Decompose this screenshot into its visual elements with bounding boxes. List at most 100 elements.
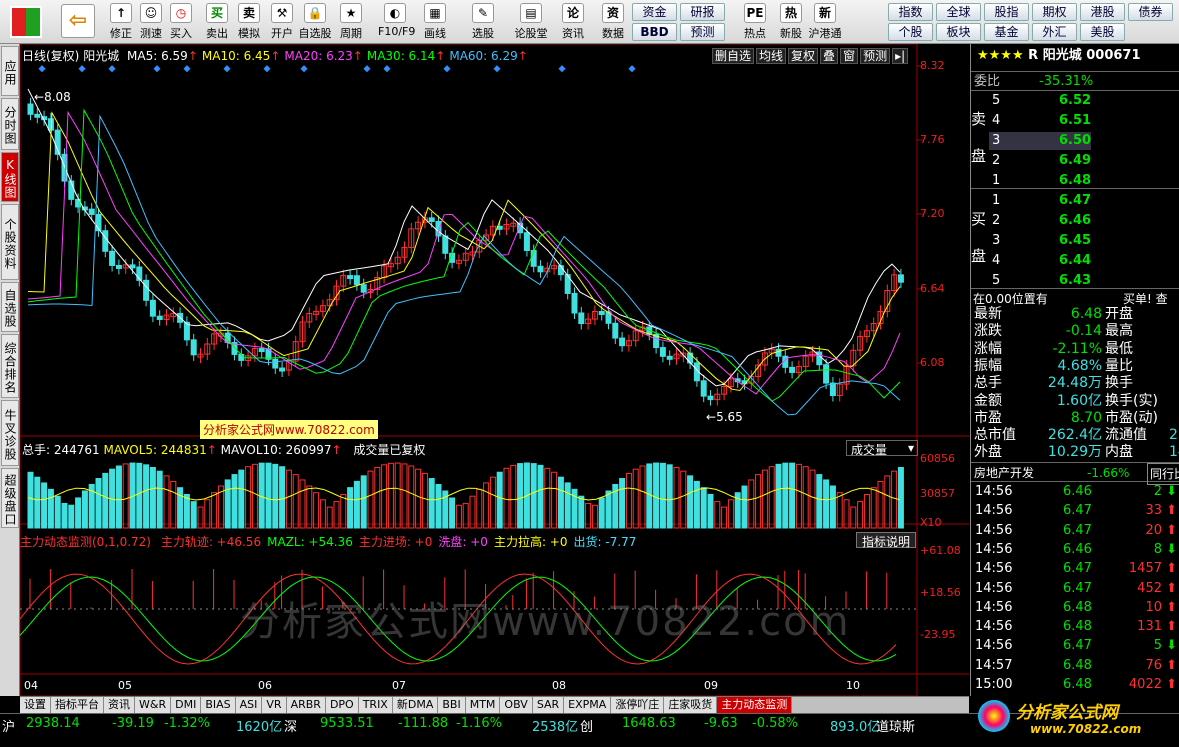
yanbao-button[interactable]: 研报 xyxy=(680,3,725,21)
back-button[interactable]: ⇦ xyxy=(58,2,98,42)
kline-btn-5[interactable]: 预测 xyxy=(860,48,891,64)
toolbar-button-14[interactable]: PE 热点 xyxy=(738,2,772,42)
candle-body xyxy=(353,275,360,286)
indicator-tab-13[interactable]: MTM xyxy=(465,697,501,713)
tick-volume: 76 xyxy=(1145,657,1162,673)
toolbar-button-8[interactable]: ◐ F10/F9 xyxy=(378,2,415,42)
toolbar-button-13[interactable]: 资数据 xyxy=(596,2,630,42)
toolbar-button-2[interactable]: ◷ 买入 xyxy=(164,2,198,42)
kline-btn-2[interactable]: 复权 xyxy=(788,48,819,64)
toolbar-button-10[interactable]: ✎ 选股 xyxy=(466,2,500,42)
indicator-tab-11[interactable]: 新DMA xyxy=(392,697,439,713)
yuce-button[interactable]: 预测 xyxy=(680,23,725,41)
sell-level-row[interactable]: 3 6.50 xyxy=(971,131,1179,151)
buy-level-row[interactable]: 4 6.44 xyxy=(971,251,1179,271)
tick-time: 14:56 xyxy=(975,484,1013,499)
left-tab-0[interactable]: 应用 xyxy=(1,46,19,96)
indicator-tab-19[interactable]: 主力动态监测 xyxy=(717,697,793,713)
tick-time: 15:00 xyxy=(975,677,1013,692)
indicator-tab-1[interactable]: 指标平台 xyxy=(51,697,104,713)
left-tab-5[interactable]: 综合排名 xyxy=(1,334,19,398)
market-button[interactable]: 全球 xyxy=(936,3,981,21)
sell-level-row[interactable]: 5 6.52 xyxy=(971,91,1179,111)
volume-bar xyxy=(177,487,184,529)
indicator-tab-10[interactable]: TRIX xyxy=(358,697,393,713)
left-tab-7[interactable]: 超级盘口 xyxy=(1,468,19,528)
sell-level-row[interactable]: 4 6.51 xyxy=(971,111,1179,131)
toolbar-button-3[interactable]: 买卖出 xyxy=(200,2,234,42)
app-logo-icon[interactable] xyxy=(6,2,46,42)
dowjones-label[interactable]: 道琼斯 xyxy=(876,716,915,735)
indicator-tab-18[interactable]: 庄家吸货 xyxy=(664,697,718,713)
left-tab-4[interactable]: 自选股 xyxy=(1,282,19,332)
toolbar-button-4[interactable]: 卖模拟 xyxy=(232,2,266,42)
indicator-tab-4[interactable]: DMI xyxy=(171,697,202,713)
toolbar-button-6[interactable]: 🔒 自选股 xyxy=(298,2,332,42)
left-tab-6[interactable]: 牛叉诊股 xyxy=(1,400,19,466)
market-button[interactable]: 港股 xyxy=(1080,3,1125,21)
zijin-button[interactable]: 资金 xyxy=(632,3,677,21)
kline-btn-0[interactable]: 删自选 xyxy=(712,48,755,64)
sell-level-row[interactable]: 2 6.49 xyxy=(971,151,1179,171)
toolbar-icon-0: ↑ xyxy=(110,3,132,23)
indicator-help-button[interactable]: 指标说明 xyxy=(856,532,916,549)
market-button[interactable]: 外汇 xyxy=(1032,23,1077,41)
indicator-tab-9[interactable]: DPO xyxy=(325,697,359,713)
volume-scale-label: 30857 xyxy=(920,487,955,500)
market-button[interactable]: 板块 xyxy=(936,23,981,41)
sz-amount: 2538亿 xyxy=(532,720,579,735)
volume-total: 总手: 244761 xyxy=(22,443,100,457)
left-tab-3[interactable]: 个股资料 xyxy=(1,204,19,280)
market-button[interactable]: 个股 xyxy=(888,23,933,41)
bbd-button[interactable]: BBD xyxy=(632,23,677,41)
indicator-tab-16[interactable]: EXPMA xyxy=(564,697,612,713)
indicator-tab-14[interactable]: OBV xyxy=(500,697,533,713)
indicator-tab-17[interactable]: 涨停吖庄 xyxy=(611,697,665,713)
indicator-tab-8[interactable]: ARBR xyxy=(286,697,326,713)
buy-level-row[interactable]: 2 6.46 xyxy=(971,211,1179,231)
sell-level: 1 xyxy=(992,173,1001,188)
toolbar-button-1[interactable]: ☺ 测速 xyxy=(134,2,168,42)
toolbar-button-11[interactable]: ▤ 论股堂 xyxy=(514,2,548,42)
toolbar-button-0[interactable]: ↑ 修正 xyxy=(104,2,138,42)
indicator-tab-6[interactable]: ASI xyxy=(235,697,263,713)
market-button[interactable]: 美股 xyxy=(1080,23,1125,41)
toolbar-button-7[interactable]: ★ 周期 xyxy=(334,2,368,42)
sz-index[interactable]: 9533.51 xyxy=(320,716,374,731)
menu-arrow-icon[interactable]: ▸| xyxy=(892,48,909,64)
sector-name[interactable]: 房地产开发 xyxy=(974,466,1034,480)
indicator-tab-3[interactable]: W&R xyxy=(135,697,172,713)
toolbar-button-9[interactable]: ▦ 画线 xyxy=(418,2,452,42)
sh-index[interactable]: 2938.14 xyxy=(26,716,80,731)
indicator-tab-12[interactable]: BBI xyxy=(438,697,466,713)
indicator-tab-5[interactable]: BIAS xyxy=(201,697,236,713)
kline-btn-3[interactable]: 叠 xyxy=(820,48,839,64)
buy-level-row[interactable]: 3 6.45 xyxy=(971,231,1179,251)
stat-label: 市盈 xyxy=(974,409,1002,426)
left-tab-2[interactable]: K线图 xyxy=(1,152,19,202)
indicator-tab-0[interactable]: 设置 xyxy=(20,697,51,713)
kline-btn-1[interactable]: 均线 xyxy=(756,48,787,64)
cy-index[interactable]: 1648.63 xyxy=(622,716,676,731)
market-button[interactable]: 股指 xyxy=(984,3,1029,21)
toolbar-button-16[interactable]: 新沪港通 xyxy=(808,2,842,42)
buy-level-row[interactable]: 1 6.47 xyxy=(971,191,1179,211)
volume-bar xyxy=(721,506,728,529)
left-tab-1[interactable]: 分时图 xyxy=(1,98,19,150)
market-button[interactable]: 指数 xyxy=(888,3,933,21)
kline-btn-4[interactable]: 窗 xyxy=(840,48,859,64)
kline-chart-area[interactable]: 日线(复权) 阳光城 MA5: 6.59↑ MA10: 6.45↑ MA20: 6.… xyxy=(20,44,969,696)
market-button[interactable]: 债券 xyxy=(1128,3,1173,21)
toolbar-button-5[interactable]: ⚒ 开户 xyxy=(265,2,299,42)
toolbar-button-15[interactable]: 热新股 xyxy=(774,2,808,42)
toolbar-button-12[interactable]: 论资讯 xyxy=(556,2,590,42)
indicator-tab-2[interactable]: 资讯 xyxy=(104,697,135,713)
indicator-tab-7[interactable]: VR xyxy=(262,697,287,713)
tick-volume: 2 xyxy=(1153,484,1162,499)
volume-dropdown[interactable]: 成交量 ▾ xyxy=(846,440,918,457)
market-button[interactable]: 期权 xyxy=(1032,3,1077,21)
indicator-tab-15[interactable]: SAR xyxy=(532,697,565,713)
market-button[interactable]: 基金 xyxy=(984,23,1029,41)
sell-level-row[interactable]: 1 6.48 xyxy=(971,171,1179,191)
stat-row: 市盈 8.70 市盈(动) xyxy=(971,410,1179,427)
